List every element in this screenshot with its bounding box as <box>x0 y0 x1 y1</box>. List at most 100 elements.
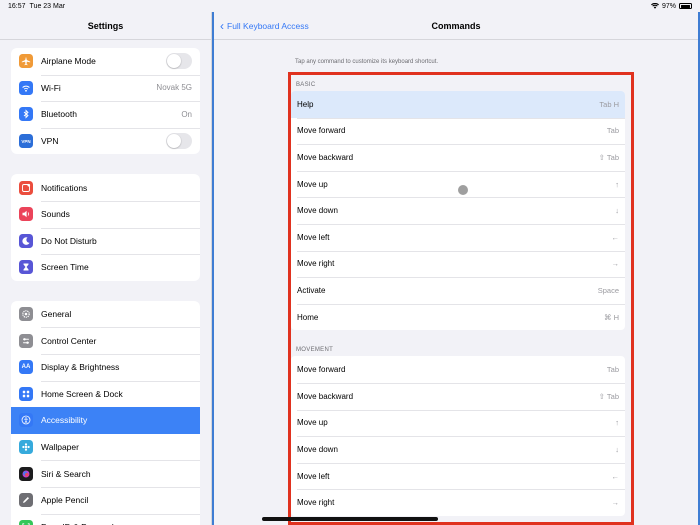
airplane-icon <box>19 54 33 69</box>
vpn-icon: VPN <box>19 134 33 149</box>
sidebar-item-accessibility[interactable]: Accessibility <box>11 407 200 434</box>
command-group-movement: Move forward Tab Move backward ⇧ Tab Move up… <box>291 356 625 516</box>
command-row-move-backward[interactable]: Move backward ⇧ Tab <box>291 144 625 171</box>
command-shortcut: ↑ <box>615 418 619 428</box>
sidebar-item-vpn[interactable]: VPN VPN <box>11 127 200 155</box>
command-shortcut: Space <box>597 285 619 295</box>
sidebar-item-airplane-mode[interactable]: Airplane Mode <box>11 48 200 75</box>
command-label: Move left <box>297 471 330 481</box>
settings-group: Airplane Mode Wi-Fi Novak 5G Bluetooth On VPN… <box>11 48 200 155</box>
command-label: Move up <box>297 179 328 189</box>
sidebar-item-label: Siri & Search <box>41 468 91 479</box>
command-label: Move backward <box>297 391 354 401</box>
status-bar: 16:57 Tue 23 Mar 97% <box>0 0 700 12</box>
pencil-icon <box>19 493 33 508</box>
command-label: Move right <box>297 259 335 269</box>
command-row-help[interactable]: Help Tab H <box>291 91 625 118</box>
back-label: Full Keyboard Access <box>227 20 309 31</box>
command-shortcut: → <box>611 498 620 508</box>
sidebar-item-siri-and-search[interactable]: Siri & Search <box>11 460 200 487</box>
moon-icon <box>19 233 33 248</box>
command-shortcut: ⇧ Tab <box>598 152 619 162</box>
command-shortcut: Tab <box>606 365 619 375</box>
sidebar-item-value: On <box>181 109 192 119</box>
command-row-move-right[interactable]: Move right → <box>291 489 625 516</box>
sidebar-item-label: Airplane Mode <box>41 56 96 67</box>
command-shortcut: ↓ <box>615 444 619 454</box>
wifi-status-icon <box>650 3 659 9</box>
sidebar-item-wallpaper[interactable]: Wallpaper <box>11 434 200 461</box>
command-shortcut: ⌘ H <box>604 312 619 322</box>
battery-icon <box>679 3 692 9</box>
wallpaper-icon <box>19 440 33 455</box>
command-row-move-left[interactable]: Move left ← <box>291 462 625 490</box>
sidebar-item-notifications[interactable]: Notifications <box>11 174 200 201</box>
command-row-move-down[interactable]: Move down ↓ <box>291 197 625 224</box>
vpn-toggle[interactable] <box>166 133 192 150</box>
command-shortcut: ↑ <box>615 179 619 189</box>
sidebar-item-label: Notifications <box>41 182 88 193</box>
command-label: Activate <box>297 285 326 295</box>
sounds-icon <box>19 207 33 222</box>
command-group-basic: Help Tab H Move forward Tab Move backward ⇧ T… <box>291 91 625 331</box>
sidebar-item-screen-time[interactable]: Screen Time <box>11 254 200 281</box>
command-row-move-left[interactable]: Move left ← <box>291 223 625 251</box>
sidebar-item-label: Control Center <box>41 335 97 346</box>
sidebar-item-sounds[interactable]: Sounds <box>11 200 200 228</box>
sidebar-item-control-center[interactable]: Control Center <box>11 327 200 354</box>
sidebar-item-wi-fi[interactable]: Wi-Fi Novak 5G <box>11 74 200 102</box>
status-date: Tue 23 Mar <box>29 2 66 10</box>
hint-text: Tap any command to customize its keyboar… <box>295 59 439 65</box>
sidebar-item-label: VPN <box>41 136 59 147</box>
display-icon: AA <box>19 360 33 375</box>
sidebar-item-apple-pencil[interactable]: Apple Pencil <box>11 486 200 514</box>
sidebar-item-label: Do Not Disturb <box>41 235 97 246</box>
sidebar-item-home-screen-and-dock[interactable]: Home Screen & Dock <box>11 380 200 408</box>
command-row-activate[interactable]: Activate Space <box>291 277 625 304</box>
notifications-icon <box>19 180 33 195</box>
command-label: Move forward <box>297 365 346 375</box>
commands-pane: ‹ Full Keyboard Access Commands Tap any … <box>212 12 700 525</box>
command-label: Move backward <box>297 152 354 162</box>
sidebar-item-label: Display & Brightness <box>41 362 120 373</box>
sidebar-item-face-id-and-passcode[interactable]: Face ID & Passcode <box>11 513 200 525</box>
command-row-move-up[interactable]: Move up ↑ <box>291 170 625 198</box>
sidebar-item-label: Apple Pencil <box>41 495 89 506</box>
command-shortcut: ← <box>611 232 620 242</box>
command-label: Move down <box>297 206 338 216</box>
chevron-left-icon: ‹ <box>220 18 224 33</box>
command-shortcut: Tab H <box>599 99 619 109</box>
sidebar-item-do-not-disturb[interactable]: Do Not Disturb <box>11 227 200 255</box>
sidebar-item-label: Wallpaper <box>41 442 79 453</box>
command-row-move-backward[interactable]: Move backward ⇧ Tab <box>291 382 625 410</box>
sidebar-item-general[interactable]: General <box>11 301 200 328</box>
sidebar-item-label: Screen Time <box>41 262 89 273</box>
command-row-move-forward[interactable]: Move forward Tab <box>291 117 625 145</box>
sidebar-item-label: General <box>41 309 72 320</box>
settings-group: General Control Center AA Display & Brightn… <box>11 300 200 525</box>
faceid-icon <box>19 519 33 525</box>
command-shortcut: ↓ <box>615 206 619 216</box>
control-center-icon <box>19 333 33 348</box>
command-row-home[interactable]: Home ⌘ H <box>291 303 625 331</box>
wifi-icon <box>19 80 33 95</box>
sidebar-item-label: Wi-Fi <box>41 82 61 93</box>
sidebar-item-display-and-brightness[interactable]: AA Display & Brightness <box>11 353 200 381</box>
command-shortcut: Tab <box>606 126 619 136</box>
back-button[interactable]: ‹ Full Keyboard Access <box>220 20 309 32</box>
command-label: Home <box>297 312 319 322</box>
command-label: Move up <box>297 418 328 428</box>
home-indicator <box>262 517 438 521</box>
sidebar-item-label: Sounds <box>41 209 70 220</box>
sidebar-item-bluetooth[interactable]: Bluetooth On <box>11 101 200 128</box>
accessibility-icon <box>19 413 33 428</box>
command-shortcut: ← <box>611 471 620 481</box>
command-row-move-right[interactable]: Move right → <box>291 250 625 278</box>
hourglass-icon <box>19 260 33 275</box>
command-row-move-down[interactable]: Move down ↓ <box>291 436 625 463</box>
sidebar-item-value: Novak 5G <box>156 83 192 93</box>
command-row-move-forward[interactable]: Move forward Tab <box>291 356 625 383</box>
command-shortcut: → <box>611 259 620 269</box>
airplane-mode-toggle[interactable] <box>166 53 192 70</box>
command-row-move-up[interactable]: Move up ↑ <box>291 409 625 437</box>
